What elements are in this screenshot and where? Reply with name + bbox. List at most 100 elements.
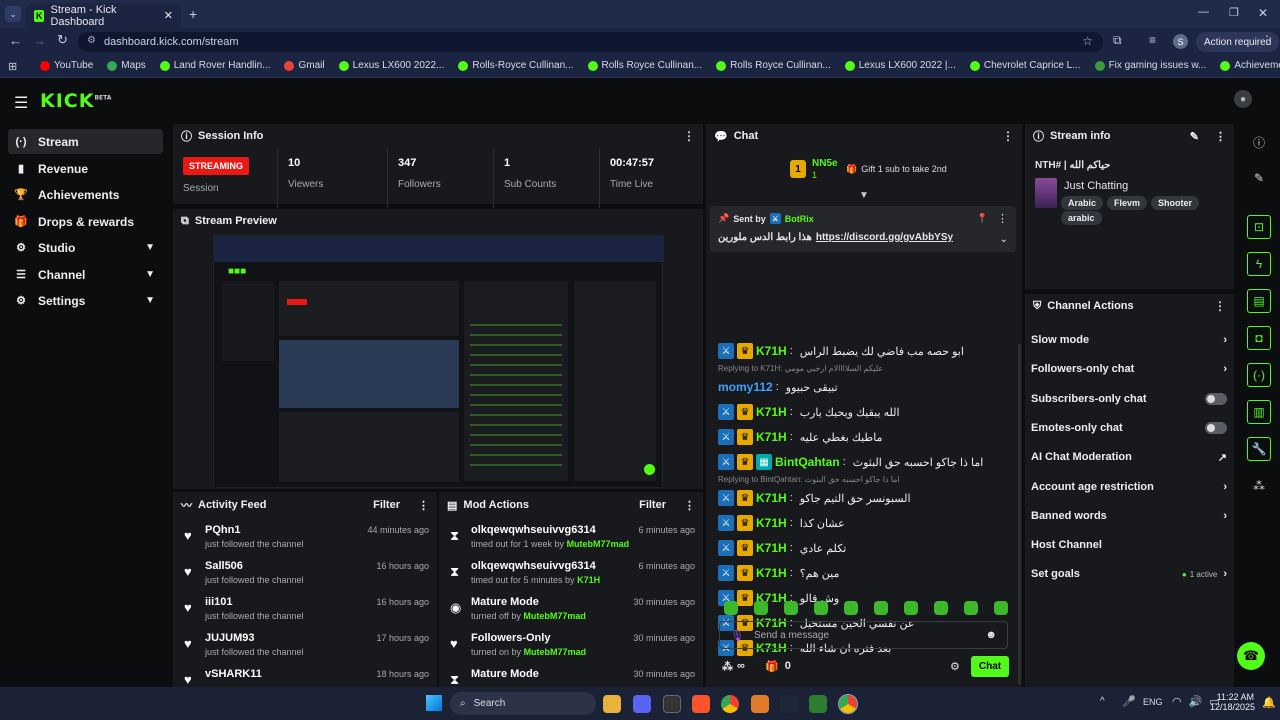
- list-item[interactable]: ◉ Mature Mode turned off by MutebM77mad 30 …: [439, 592, 701, 628]
- chat-scrollbar[interactable]: [1018, 344, 1021, 684]
- wrench-icon[interactable]: 🔧: [1247, 437, 1271, 461]
- tag[interactable]: Arabic: [1061, 196, 1104, 210]
- chat-message[interactable]: ⚔ ♛ K71H: ماطيك بغطي عليه: [718, 426, 1018, 448]
- toggle-switch[interactable]: [1205, 421, 1227, 434]
- bookmark-item[interactable]: Lexus LX600 2022 |...: [844, 60, 956, 71]
- chat-message[interactable]: ⚔ ♛ K71H: السبونسر حق التيم جاكو: [718, 487, 1018, 509]
- site-info-icon[interactable]: ⚙: [87, 35, 96, 46]
- broadcast-icon[interactable]: (·): [1247, 363, 1271, 387]
- pinned-username[interactable]: BotRix: [785, 214, 814, 224]
- channel-action-set-goals[interactable]: Set goals ● 1 active ›: [1031, 563, 1227, 585]
- more-options-icon[interactable]: ⋮: [683, 129, 695, 143]
- bookmark-item[interactable]: Lexus LX600 2022...: [338, 60, 444, 71]
- microphone-icon[interactable]: 🎤: [1122, 695, 1136, 708]
- bookmark-item[interactable]: Land Rover Handlin...: [159, 60, 270, 71]
- gift-leader-name[interactable]: NN5e: [812, 158, 838, 169]
- emote-icon[interactable]: [814, 601, 828, 615]
- more-options-icon[interactable]: ⋮: [418, 499, 429, 512]
- emote-icon[interactable]: [754, 601, 768, 615]
- more-options-icon[interactable]: ⋮: [1002, 129, 1014, 143]
- list-item[interactable]: ♥ iii101 just followed the channel 16 hours…: [173, 592, 435, 628]
- send-chat-button[interactable]: Chat: [971, 656, 1009, 677]
- discord-icon[interactable]: [633, 695, 651, 713]
- edit-icon[interactable]: ✎: [1247, 166, 1271, 190]
- emote-icon[interactable]: [934, 601, 948, 615]
- maximize-icon[interactable]: ❐: [1229, 6, 1239, 19]
- pinned-link[interactable]: https://discord.gg/gvAbbYSy: [816, 232, 953, 243]
- new-tab-icon[interactable]: +: [189, 6, 197, 22]
- bookmark-item[interactable]: Rolls Royce Cullinan...: [587, 60, 702, 71]
- chrome-active-icon[interactable]: [838, 694, 858, 714]
- emoji-icon[interactable]: ☻: [985, 629, 997, 641]
- sidebar-item-achievements[interactable]: 🏆 Achievements: [8, 182, 163, 207]
- chat-username[interactable]: K71H: [756, 491, 787, 505]
- chat-message[interactable]: ⚔ ♛ ▦ BintQahtan: اما ذا جاكو احسبه حق البثو…: [718, 451, 1018, 473]
- kick-logo[interactable]: KICKBETA: [40, 90, 111, 112]
- mod-action-by[interactable]: MutebM77mad: [567, 539, 630, 549]
- bookmark-item[interactable]: Gmail: [284, 60, 325, 71]
- mod-filter-button[interactable]: Filter: [639, 499, 666, 511]
- xbox-icon[interactable]: [809, 695, 827, 713]
- channel-action-account-age-restriction[interactable]: Account age restriction ›: [1031, 476, 1227, 498]
- sidebar-item-revenue[interactable]: ▮ Revenue: [8, 156, 163, 181]
- apps-grid-icon[interactable]: ⊞: [8, 60, 17, 73]
- bookmark-item[interactable]: YouTube: [40, 60, 93, 71]
- category-thumbnail[interactable]: [1035, 178, 1057, 208]
- sidebar-item-stream[interactable]: (·) Stream: [8, 129, 163, 154]
- gift-sub-cta[interactable]: 🎁 Gift 1 sub to take 2nd: [846, 164, 947, 175]
- clipboard-icon[interactable]: ▤: [1247, 289, 1271, 313]
- channel-points[interactable]: ⁂ ∞: [722, 660, 745, 673]
- bookmark-item[interactable]: Rolls Royce Cullinan...: [716, 60, 831, 71]
- bookmark-star-icon[interactable]: ☆: [1082, 34, 1093, 48]
- forward-icon[interactable]: →: [33, 33, 46, 48]
- tab-search-icon[interactable]: ⌄: [5, 6, 21, 22]
- mod-action-by[interactable]: MutebM77mad: [523, 611, 586, 621]
- chat-username[interactable]: K71H: [756, 344, 787, 358]
- list-item[interactable]: ⧗ olkqewqwhseuivvg6314 timed out for 1 wee…: [439, 520, 701, 556]
- chat-username[interactable]: K71H: [756, 541, 787, 555]
- sidebar-item-drops[interactable]: 🎁 Drops & rewards: [8, 209, 163, 234]
- chat-input[interactable]: 🎙 Send a message ☻: [719, 621, 1008, 649]
- sidebar-item-channel[interactable]: ☰ Channel ▼: [8, 262, 163, 287]
- notifications-icon[interactable]: 🔔: [1262, 696, 1276, 709]
- chat-username[interactable]: K71H: [756, 516, 787, 530]
- gift-counter[interactable]: 🎁 0: [765, 660, 791, 673]
- tag[interactable]: Flevm: [1107, 196, 1148, 210]
- emote-icon[interactable]: [964, 601, 978, 615]
- browser-menu-icon[interactable]: ⋮: [1261, 33, 1273, 47]
- chat-username[interactable]: K71H: [756, 405, 787, 419]
- chat-message[interactable]: ⚔ ♛ K71H: تكلم عادي: [718, 537, 1018, 559]
- more-options-icon[interactable]: ⋮: [684, 499, 695, 512]
- emote-icon[interactable]: [994, 601, 1008, 615]
- tab-close-icon[interactable]: ✕: [164, 9, 173, 22]
- chevron-down-icon[interactable]: ⌄: [1000, 234, 1008, 245]
- stream-preview-video[interactable]: ■■■: [213, 235, 664, 488]
- profile-avatar[interactable]: S: [1173, 34, 1188, 49]
- app-icon[interactable]: [751, 695, 769, 713]
- tag[interactable]: Shooter: [1151, 196, 1200, 210]
- bookmark-item[interactable]: Achievements - Kick...: [1220, 60, 1280, 71]
- clock[interactable]: 11:22 AM 12/18/2025: [1210, 692, 1255, 712]
- unpin-icon[interactable]: 📍: [977, 213, 988, 224]
- bookmark-item[interactable]: Rolls-Royce Cullinan...: [458, 60, 574, 71]
- raid-icon[interactable]: ⊡: [1247, 215, 1271, 239]
- emote-icon[interactable]: [904, 601, 918, 615]
- tag[interactable]: arabic: [1061, 211, 1102, 225]
- extensions-icon[interactable]: ⧉: [1113, 33, 1122, 48]
- chrome-icon[interactable]: [721, 695, 739, 713]
- help-headset-button[interactable]: ☎: [1237, 642, 1265, 670]
- more-options-icon[interactable]: ⋮: [1215, 130, 1226, 143]
- file-explorer-icon[interactable]: [603, 695, 621, 713]
- palette-icon[interactable]: ⁂: [1247, 474, 1271, 498]
- sidebar-item-studio[interactable]: ⚙ Studio ▼: [8, 235, 163, 260]
- list-item[interactable]: ⧗ Mature Mode 30 minutes ago: [439, 664, 701, 687]
- microphone-icon[interactable]: 🎙: [730, 629, 744, 642]
- list-item[interactable]: ♥ Followers-Only turned on by MutebM77mad 3…: [439, 628, 701, 664]
- emote-icon[interactable]: [874, 601, 888, 615]
- chat-username[interactable]: K71H: [756, 566, 787, 580]
- taskbar-search[interactable]: ⌕ Search: [450, 692, 596, 715]
- chat-message[interactable]: ⚔ ♛ K71H: الله يبقيك ويحيك يارب: [718, 401, 1018, 423]
- reload-icon[interactable]: ↻: [57, 32, 71, 48]
- bookmark-item[interactable]: Maps: [107, 60, 146, 71]
- back-icon[interactable]: ←: [9, 33, 22, 48]
